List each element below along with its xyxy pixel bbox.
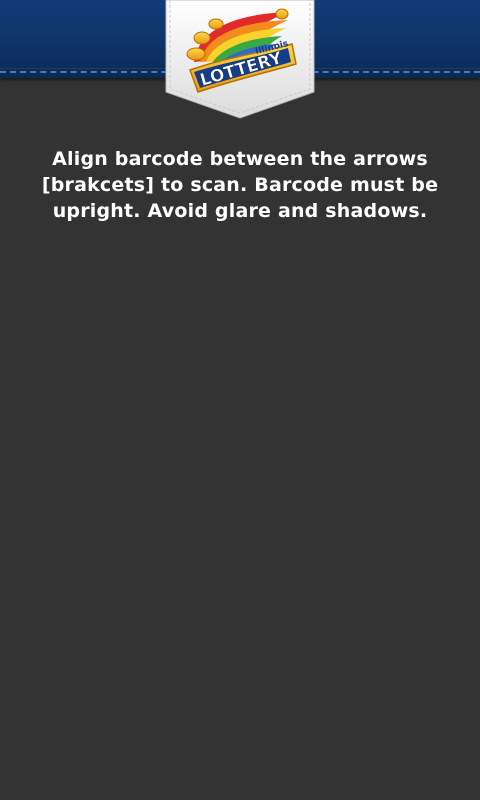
- scan-screen: Illinois LOTTERY Align barcode between t…: [0, 0, 480, 800]
- logo-tag: Illinois LOTTERY: [164, 0, 316, 120]
- illinois-lottery-logo-icon: Illinois LOTTERY: [165, 0, 315, 119]
- scan-instructions: Align barcode between the arrows [brakce…: [41, 148, 439, 222]
